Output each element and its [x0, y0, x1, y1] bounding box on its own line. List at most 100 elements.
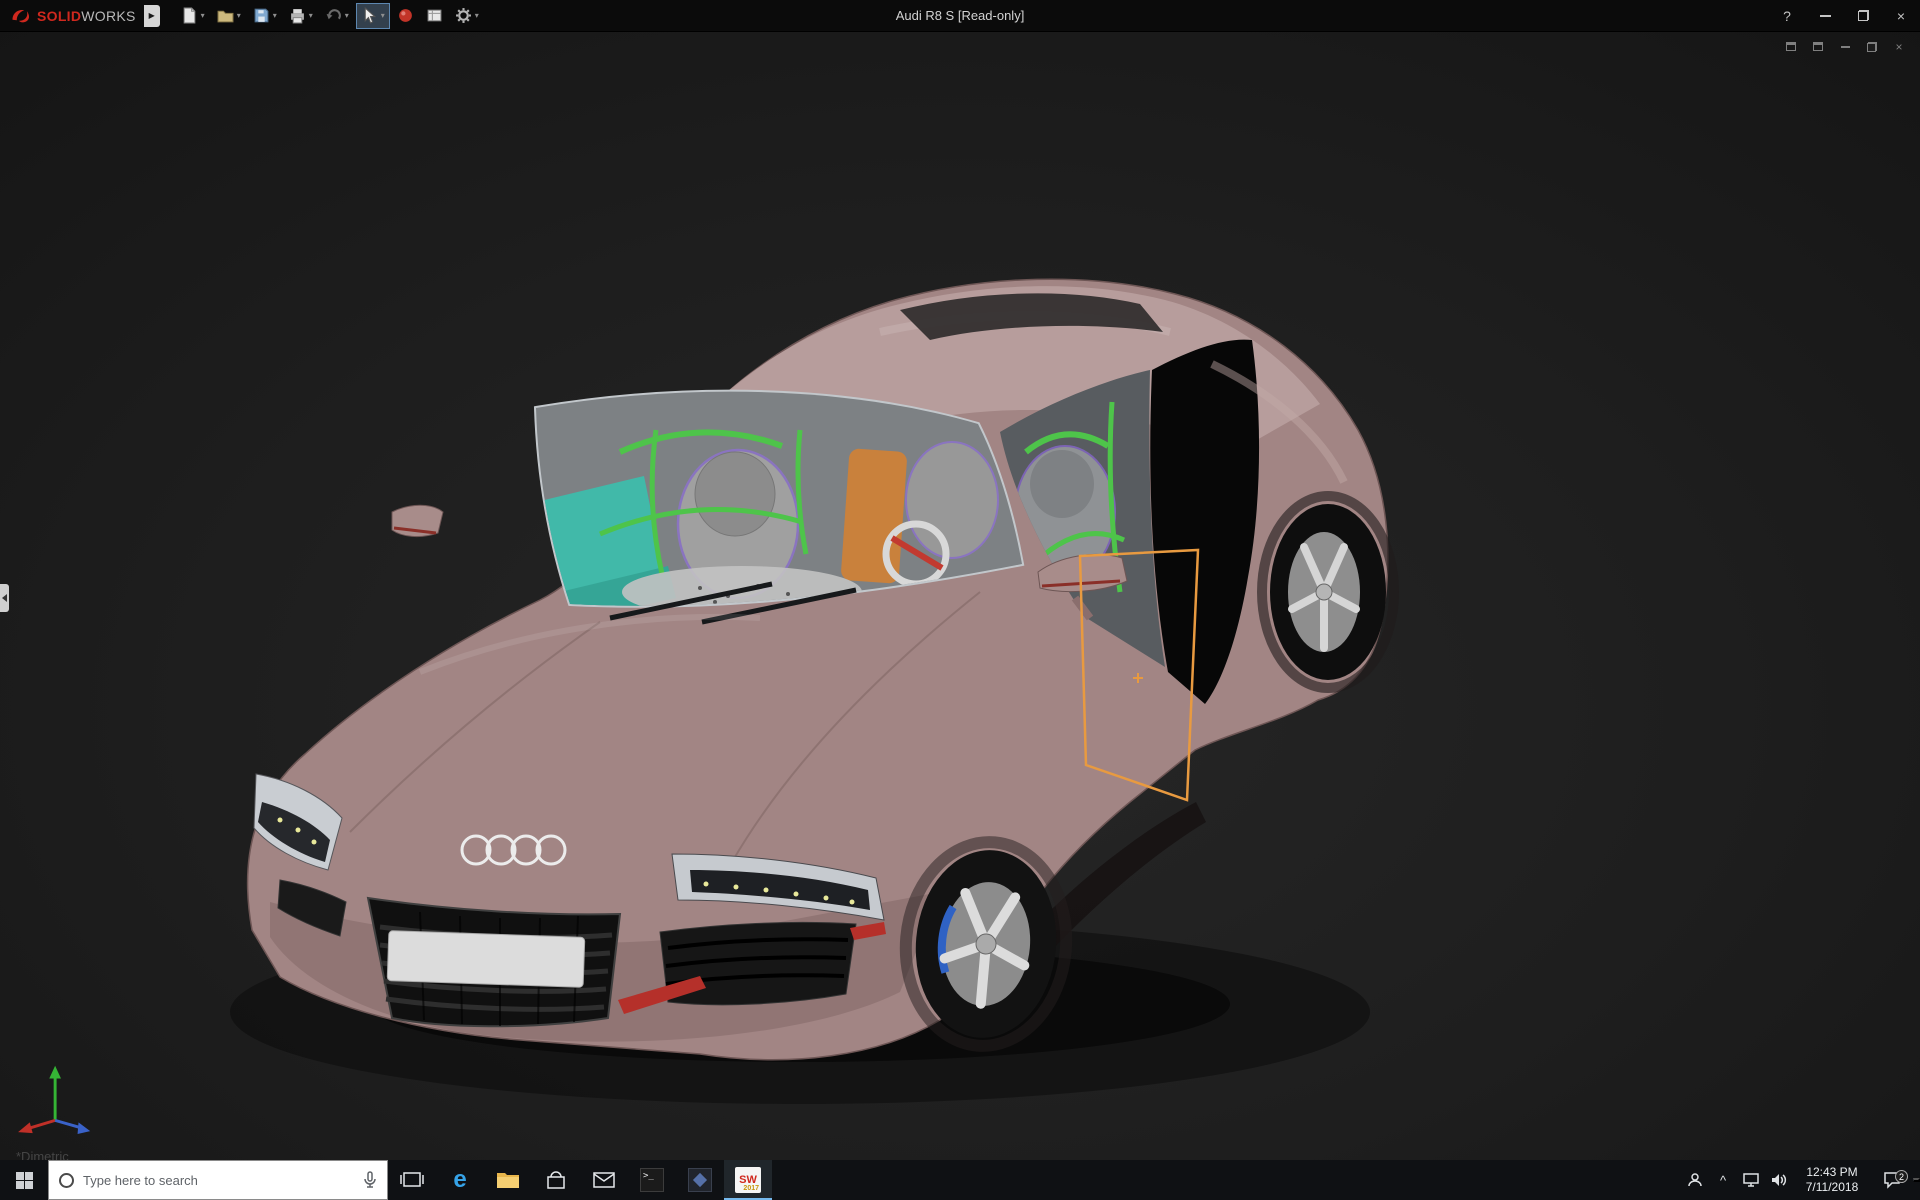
doc-pane-button[interactable]: [1782, 39, 1800, 54]
doc-minimize-button[interactable]: [1836, 39, 1854, 54]
app-tile-icon: [688, 1168, 712, 1192]
open-button[interactable]: ▾: [212, 3, 246, 29]
printer-icon: [289, 7, 306, 24]
close-icon: ×: [1895, 40, 1902, 54]
clock-date: 7/11/2018: [1793, 1180, 1871, 1195]
orientation-triad: [16, 1058, 104, 1136]
appearance-button[interactable]: [392, 3, 419, 29]
help-icon: ?: [1783, 8, 1791, 24]
mail-icon: [593, 1172, 615, 1188]
people-button[interactable]: [1681, 1160, 1709, 1200]
minimize-icon: [1841, 46, 1850, 48]
task-view-button[interactable]: [388, 1160, 436, 1200]
notification-badge: 2: [1895, 1170, 1908, 1183]
doc-restore-button[interactable]: [1863, 39, 1881, 54]
select-tool-button[interactable]: ▾: [356, 3, 390, 29]
solidworks-badge-text: SW: [739, 1175, 757, 1186]
console-icon: >_: [640, 1168, 664, 1192]
left-mirror: [392, 505, 443, 536]
help-button[interactable]: ?: [1768, 0, 1806, 31]
dropdown-chevron-icon: ▾: [237, 12, 241, 20]
document-title: Audi R8 S [Read-only]: [896, 8, 1025, 23]
minimize-icon: [1820, 15, 1831, 17]
microphone-button[interactable]: [363, 1171, 377, 1189]
restore-icon: [1858, 10, 1869, 21]
doc-pane-button-2[interactable]: [1809, 39, 1827, 54]
brand-text: SOLIDWORKS: [37, 8, 136, 24]
windows-logo-icon: [16, 1172, 33, 1189]
console-button[interactable]: >_: [628, 1160, 676, 1200]
search-input[interactable]: [83, 1173, 354, 1188]
chevron-up-icon: ^: [1720, 1173, 1726, 1188]
solidworks-taskbar-button[interactable]: SW 2017: [724, 1160, 772, 1200]
solidworks-badge-year: 2017: [743, 1185, 759, 1192]
ds-logo-icon: [10, 7, 32, 24]
edge-button[interactable]: e: [436, 1160, 484, 1200]
appearance-sphere-icon: [397, 7, 414, 24]
new-document-icon: [181, 7, 198, 24]
save-floppy-icon: [253, 7, 270, 24]
undo-button[interactable]: ▾: [320, 3, 354, 29]
doc-close-button[interactable]: ×: [1890, 39, 1908, 54]
network-icon: [1742, 1172, 1760, 1188]
hidden-icons-button[interactable]: ^: [1709, 1160, 1737, 1200]
start-button[interactable]: [0, 1160, 48, 1200]
save-button[interactable]: ▾: [248, 3, 282, 29]
file-explorer-button[interactable]: [484, 1160, 532, 1200]
options-gear-icon: [455, 7, 472, 24]
app-tile-button[interactable]: [676, 1160, 724, 1200]
license-plate: [387, 931, 585, 988]
dropdown-chevron-icon: ▾: [309, 12, 313, 20]
edge-icon: e: [453, 1168, 466, 1192]
show-desktop-button[interactable]: [1913, 1178, 1920, 1182]
document-window-controls: ×: [1782, 39, 1908, 54]
window-pane-icon: [1813, 42, 1823, 51]
drawing-sheet-button[interactable]: [421, 3, 448, 29]
microphone-icon: [363, 1171, 377, 1189]
task-view-icon: [400, 1171, 424, 1189]
minimize-button[interactable]: [1806, 0, 1844, 31]
volume-icon: [1770, 1172, 1788, 1188]
volume-button[interactable]: [1765, 1160, 1793, 1200]
new-document-button[interactable]: ▾: [176, 3, 210, 29]
dropdown-chevron-icon: ▾: [475, 12, 479, 20]
restore-button[interactable]: [1844, 0, 1882, 31]
people-icon: [1687, 1172, 1703, 1188]
drawing-sheet-icon: [426, 7, 443, 24]
select-cursor-icon: [361, 7, 378, 24]
close-button[interactable]: ×: [1882, 0, 1920, 31]
dropdown-chevron-icon: ▾: [201, 12, 205, 20]
restore-icon: [1867, 42, 1877, 52]
window-controls: ? ×: [1768, 0, 1920, 31]
file-explorer-icon: [496, 1170, 520, 1190]
featuremanager-collapse-handle[interactable]: [0, 584, 9, 612]
taskbar-search: [48, 1160, 388, 1200]
open-folder-icon: [217, 7, 234, 24]
store-button[interactable]: [532, 1160, 580, 1200]
car-3d-model[interactable]: [0, 32, 1920, 1160]
menu-flyout-arrow[interactable]: ▶: [144, 5, 160, 27]
center-console: [840, 448, 907, 584]
undo-arrow-icon: [325, 7, 342, 24]
cortana-icon: [59, 1173, 74, 1188]
system-tray: ^ 12:43 PM 7/11/2018 2: [1681, 1160, 1920, 1200]
options-button[interactable]: ▾: [450, 3, 484, 29]
titlebar: SOLIDWORKS ▶ ▾ ▾ ▾ ▾ ▾: [0, 0, 1920, 32]
print-button[interactable]: ▾: [284, 3, 318, 29]
clock-time: 12:43 PM: [1793, 1165, 1871, 1180]
flyout-arrow-icon: ▶: [149, 11, 155, 20]
mail-button[interactable]: [580, 1160, 628, 1200]
rear-wheel: [1262, 496, 1394, 688]
network-button[interactable]: [1737, 1160, 1765, 1200]
solidworks-app-icon: SW 2017: [735, 1167, 761, 1193]
store-icon: [545, 1169, 567, 1191]
graphics-viewport[interactable]: ×: [0, 32, 1920, 1160]
action-center-button[interactable]: 2: [1871, 1171, 1913, 1189]
taskbar-clock[interactable]: 12:43 PM 7/11/2018: [1793, 1165, 1871, 1195]
window-pane-icon: [1786, 42, 1796, 51]
collapse-arrow-icon: [2, 594, 7, 602]
quick-access-toolbar: ▾ ▾ ▾ ▾ ▾ ▾: [176, 3, 484, 29]
passenger-seat: [906, 442, 998, 558]
solidworks-window: SOLIDWORKS ▶ ▾ ▾ ▾ ▾ ▾: [0, 0, 1920, 1200]
view-orientation-label: *Dimetric: [16, 1150, 69, 1160]
